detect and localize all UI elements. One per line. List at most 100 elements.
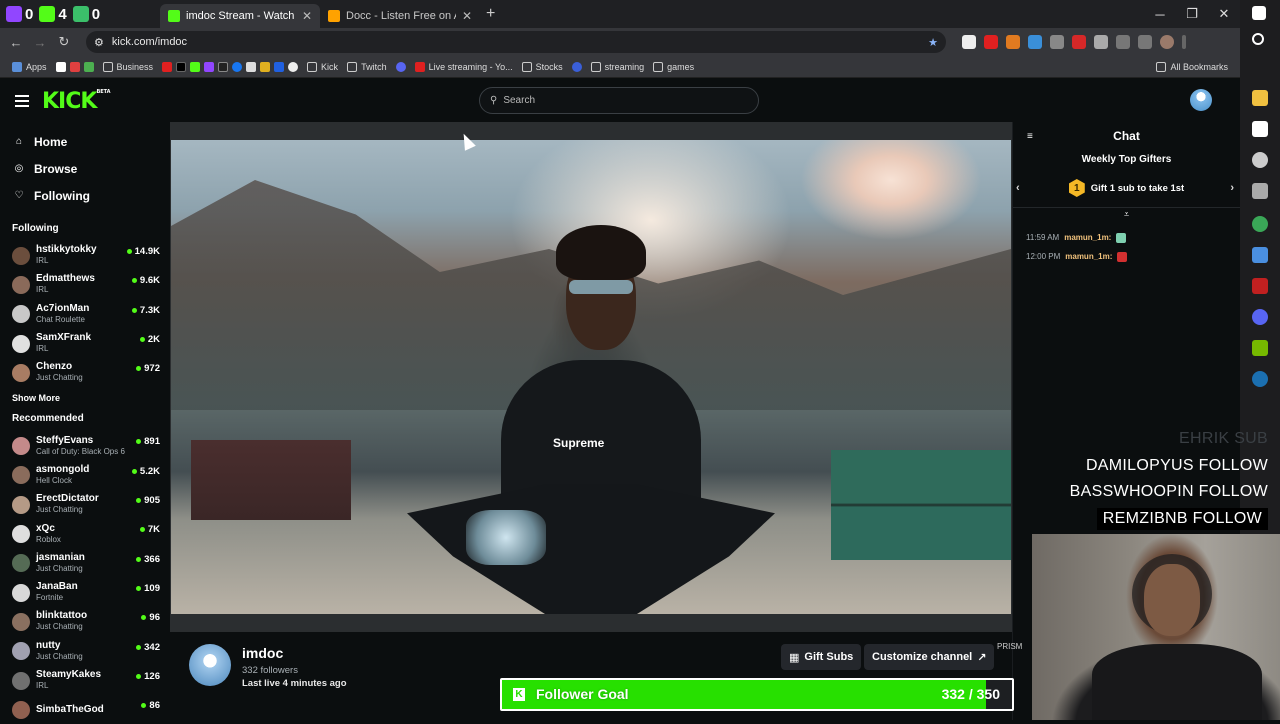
- bookmark-r[interactable]: [571, 61, 582, 72]
- channel-item[interactable]: nutty Just Chatting 342: [0, 637, 170, 666]
- extension-icon[interactable]: [260, 61, 271, 72]
- channel-item[interactable]: SamXFrank IRL 2K: [0, 329, 170, 358]
- site-info-icon[interactable]: ⚙: [94, 36, 104, 49]
- extension-icon[interactable]: [1006, 35, 1020, 49]
- facebook-icon[interactable]: [232, 61, 243, 72]
- windows-start-icon[interactable]: [1252, 6, 1266, 20]
- channel-text: asmongold Hell Clock: [36, 464, 89, 487]
- channel-name[interactable]: imdoc: [242, 645, 283, 661]
- back-button[interactable]: ←: [4, 35, 28, 50]
- search-input[interactable]: ⚲ Search: [479, 87, 759, 114]
- app-icon[interactable]: [1252, 247, 1268, 263]
- nav-browse[interactable]: ◎ Browse: [0, 155, 170, 182]
- restore-button[interactable]: ❐: [1176, 6, 1208, 22]
- extension-icon[interactable]: [1072, 35, 1086, 49]
- channel-item[interactable]: Chenzo Just Chatting 972: [0, 358, 170, 387]
- steam-icon[interactable]: [1252, 371, 1268, 387]
- gmail-icon[interactable]: [69, 61, 80, 72]
- close-icon[interactable]: ✕: [462, 9, 472, 23]
- settings-icon[interactable]: [1252, 152, 1268, 168]
- channel-item[interactable]: blinktattoo Just Chatting 96: [0, 607, 170, 636]
- show-more-button[interactable]: Show More: [0, 387, 170, 409]
- extension-icon[interactable]: [274, 61, 285, 72]
- channel-item[interactable]: Ac7ionMan Chat Roulette 7.3K: [0, 300, 170, 329]
- nav-following[interactable]: ♡ Following: [0, 182, 170, 209]
- channel-item[interactable]: SteamyKakes IRL 126: [0, 666, 170, 695]
- youtube-extension-icon[interactable]: [984, 35, 998, 49]
- extension-icon[interactable]: [962, 35, 976, 49]
- app-icon[interactable]: [1252, 121, 1268, 137]
- video-player[interactable]: Supreme: [170, 122, 1012, 632]
- left-sidebar: ⌂ Home ◎ Browse ♡ Following Following hstik…: [0, 122, 170, 720]
- bookmark-kick[interactable]: Kick: [307, 61, 338, 72]
- x-icon[interactable]: [176, 61, 187, 72]
- menu-icon[interactable]: [15, 95, 29, 107]
- youtube-icon[interactable]: [162, 61, 173, 72]
- channel-item[interactable]: ErectDictator Just Chatting 905: [0, 490, 170, 519]
- extension-icon[interactable]: [83, 61, 94, 72]
- tab-audiomack[interactable]: Docc - Listen Free on Audiomack ✕: [320, 4, 480, 28]
- bookmark-discord[interactable]: [395, 61, 406, 72]
- close-window-button[interactable]: ✕: [1208, 6, 1240, 22]
- kick-icon: K: [513, 688, 525, 701]
- reload-button[interactable]: ↻: [52, 34, 76, 50]
- bookmark-twitch[interactable]: Twitch: [347, 61, 387, 72]
- channel-item[interactable]: SteffyEvans Call of Duty: Black Ops 6 891: [0, 431, 170, 460]
- bookmark-star-icon[interactable]: ★: [928, 36, 938, 49]
- twitch-icon[interactable]: [204, 61, 215, 72]
- discord-icon[interactable]: [1252, 309, 1268, 325]
- app-icon[interactable]: [1252, 278, 1268, 294]
- google-icon[interactable]: [55, 61, 66, 72]
- channel-avatar[interactable]: [189, 644, 231, 686]
- customize-channel-button[interactable]: Customize channel ↗: [864, 644, 995, 670]
- extension-icon[interactable]: [218, 61, 229, 72]
- bookmark-live-streaming[interactable]: Live streaming - Yo...: [414, 61, 513, 72]
- channel-item[interactable]: asmongold Hell Clock 5.2K: [0, 461, 170, 490]
- bookmark-stocks[interactable]: Stocks: [521, 61, 563, 72]
- file-explorer-icon[interactable]: [1252, 90, 1268, 106]
- puzzle-icon[interactable]: [1094, 35, 1108, 49]
- channel-name: SamXFrank: [36, 332, 92, 344]
- nvidia-icon[interactable]: [1252, 340, 1268, 356]
- channel-item[interactable]: xQc Roblox 7K: [0, 519, 170, 548]
- address-bar[interactable]: ⚙ kick.com/imdoc ★: [86, 31, 946, 53]
- gift-subs-button[interactable]: ▦ Gift Subs: [781, 644, 862, 670]
- gift-cta[interactable]: Gift 1 sub to take 1st: [1091, 183, 1184, 194]
- channel-category: Just Chatting: [36, 505, 83, 515]
- extension-icon[interactable]: [246, 61, 257, 72]
- bookmark-games[interactable]: games: [653, 61, 694, 72]
- channel-item[interactable]: jasmanian Just Chatting 366: [0, 549, 170, 578]
- channel-item[interactable]: hstikkytokky IRL 14.9K: [0, 241, 170, 270]
- bookmark-apps[interactable]: Apps: [12, 61, 47, 72]
- media-icon[interactable]: [1138, 35, 1152, 49]
- channel-item[interactable]: Edmatthews IRL 9.6K: [0, 270, 170, 299]
- chrome-icon[interactable]: [1252, 216, 1268, 232]
- close-icon[interactable]: ✕: [302, 9, 312, 23]
- kick-icon: [39, 6, 56, 22]
- nav-home[interactable]: ⌂ Home: [0, 128, 170, 155]
- bookmark-streaming[interactable]: streaming: [590, 61, 644, 72]
- extension-icon[interactable]: [1050, 35, 1064, 49]
- sidepanel-icon[interactable]: [1116, 35, 1130, 49]
- chevron-left-icon[interactable]: ‹: [1016, 182, 1020, 194]
- bookmark-business[interactable]: Business: [102, 61, 153, 72]
- kick-icon[interactable]: [190, 61, 201, 72]
- kick-logo[interactable]: KICKBETA: [42, 89, 111, 114]
- search-icon[interactable]: [1252, 33, 1264, 45]
- chevron-right-icon[interactable]: ›: [1230, 182, 1234, 194]
- tab-imdoc[interactable]: imdoc Stream - Watch Live on Kick ✕: [160, 4, 320, 28]
- new-tab-button[interactable]: +: [486, 5, 495, 23]
- minimize-button[interactable]: ─: [1144, 7, 1176, 22]
- channel-item[interactable]: JanaBan Fortnite 109: [0, 578, 170, 607]
- all-bookmarks-button[interactable]: All Bookmarks: [1156, 61, 1228, 72]
- user-avatar[interactable]: [1190, 89, 1212, 111]
- pinned-toggle-icon[interactable]: ⩡: [1013, 209, 1240, 220]
- extension-icon[interactable]: [288, 61, 299, 72]
- forward-button[interactable]: →: [28, 35, 52, 50]
- profile-avatar[interactable]: [1160, 35, 1174, 49]
- app-icon[interactable]: [1252, 183, 1268, 199]
- extension-icon[interactable]: [1028, 35, 1042, 49]
- menu-icon[interactable]: [1182, 35, 1186, 49]
- collapse-chat-icon[interactable]: ≡: [1027, 131, 1033, 142]
- channel-avatar: [12, 437, 30, 456]
